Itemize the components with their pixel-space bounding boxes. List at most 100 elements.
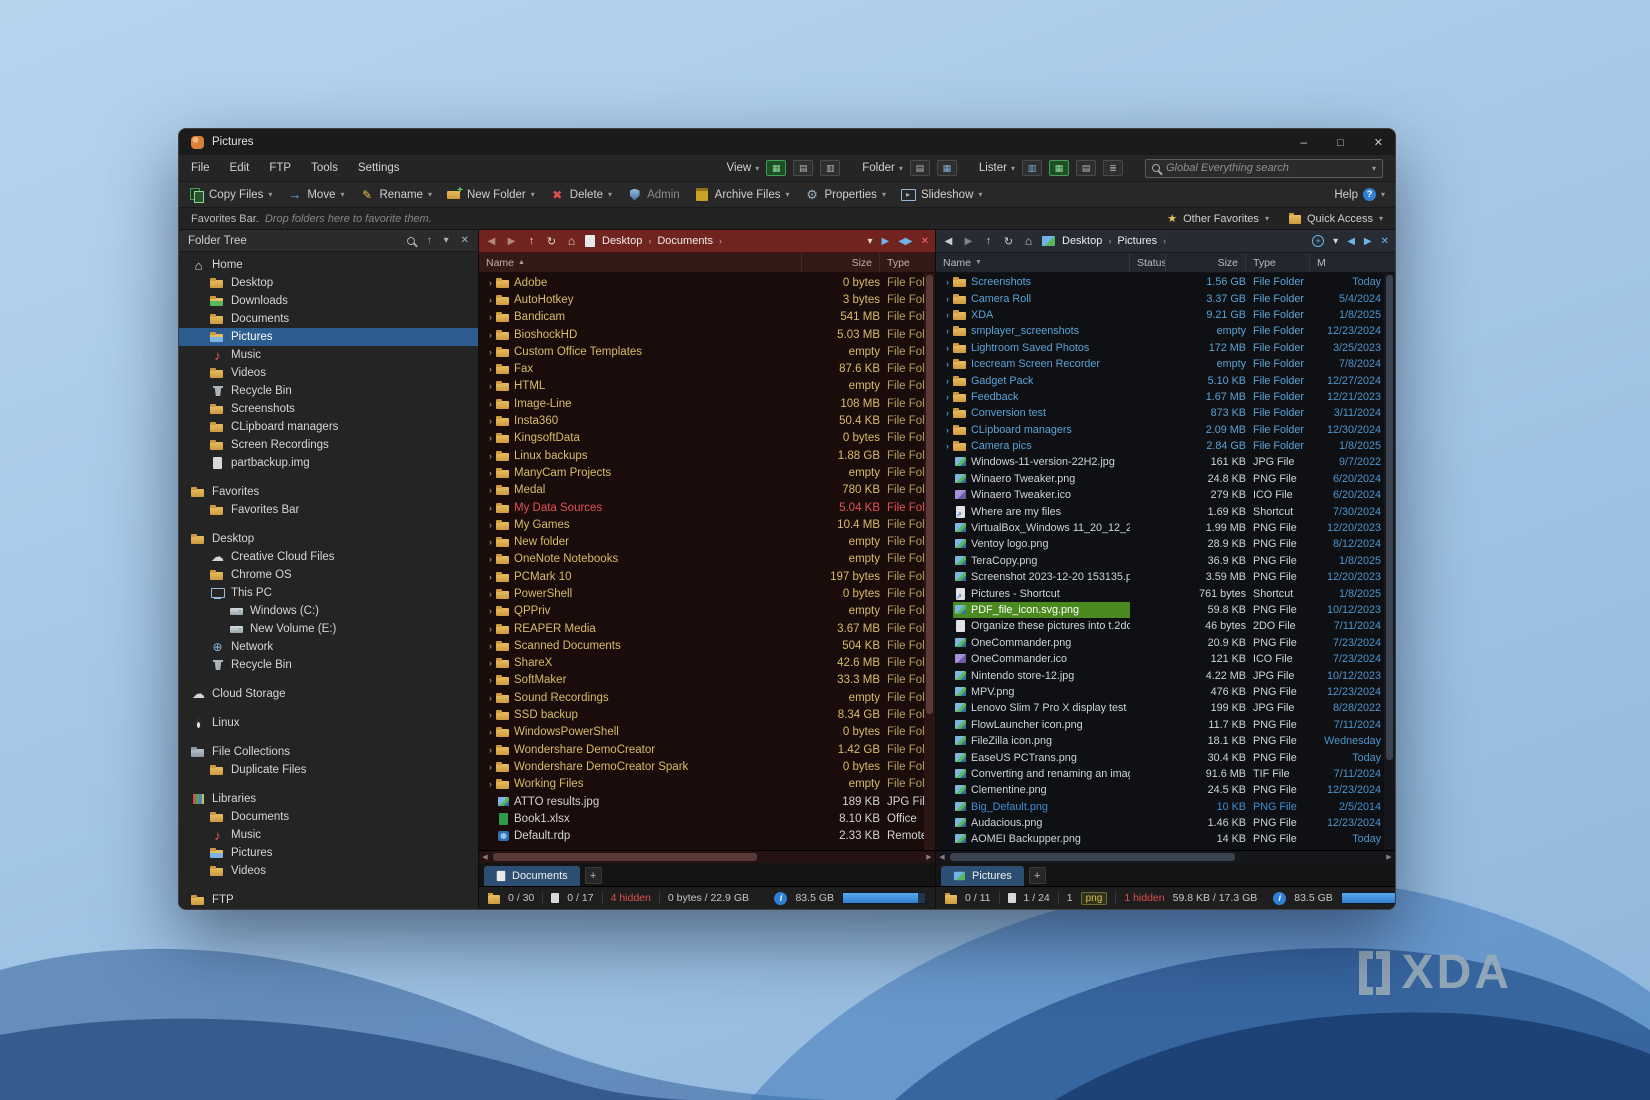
file-row[interactable]: Custom Office Templates empty File Folde… [479, 343, 924, 360]
file-row[interactable]: SSD backup 8.34 GB File Folder [479, 706, 924, 723]
expand-chevron-icon[interactable] [485, 451, 496, 461]
expand-chevron-icon[interactable] [485, 606, 496, 616]
menu-item[interactable]: Edit [230, 162, 250, 174]
file-row[interactable]: Camera Roll 3.37 GB File Folder 5/4/2024 [936, 290, 1384, 306]
file-row[interactable]: Conversion test 873 KB File Folder 3/11/… [936, 405, 1384, 421]
tree-menu-caret-icon[interactable] [444, 235, 449, 246]
expand-chevron-icon[interactable] [485, 347, 496, 357]
breadcrumb-segment[interactable]: Desktop [602, 235, 642, 247]
file-row[interactable]: Wondershare DemoCreator 1.42 GB File Fol… [479, 741, 924, 758]
menu-item[interactable]: FTP [269, 162, 291, 174]
file-row[interactable]: HTML empty File Folder [479, 378, 924, 395]
forward-icon[interactable] [505, 236, 518, 247]
new-tab-button[interactable]: + [1029, 867, 1046, 884]
file-row[interactable]: EaseUS PCTrans.png 30.4 KB PNG File Toda… [936, 749, 1384, 765]
quick-access-dropdown[interactable]: Quick Access▾ [1289, 213, 1383, 225]
file-row[interactable]: Nintendo store-12.jpg 4.22 MB JPG File 1… [936, 667, 1384, 683]
scroll-right-icon[interactable] [923, 851, 935, 863]
tree-item[interactable]: Screen Recordings [179, 436, 478, 454]
expand-chevron-icon[interactable] [485, 693, 496, 703]
expand-chevron-icon[interactable] [485, 364, 496, 374]
file-row[interactable]: OneCommander.ico 121 KB ICO File 7/23/20… [936, 651, 1384, 667]
expand-chevron-icon[interactable] [485, 468, 496, 478]
toolbar-button[interactable]: Rename ▾ [359, 187, 431, 202]
tree-item[interactable]: Music [179, 346, 478, 364]
folder-tree-button[interactable]: ▤ [910, 160, 930, 176]
search-input[interactable] [1166, 162, 1366, 174]
expand-chevron-icon[interactable] [485, 745, 496, 755]
lister-horizontal-button[interactable]: ▤ [1076, 160, 1096, 176]
toolbar-button[interactable]: Slideshow ▾ [901, 187, 982, 202]
expand-chevron-icon[interactable] [485, 520, 496, 530]
file-row[interactable]: QPPriv empty File Folder [479, 603, 924, 620]
file-row[interactable]: CLipboard managers 2.09 MB File Folder 1… [936, 422, 1384, 438]
tree-item[interactable]: Documents [179, 808, 478, 826]
tree-item[interactable]: Libraries [179, 790, 478, 808]
expand-chevron-icon[interactable] [485, 710, 496, 720]
expand-chevron-icon[interactable] [942, 343, 953, 353]
expand-chevron-icon[interactable] [942, 326, 953, 336]
file-row[interactable]: ManyCam Projects empty File Folder [479, 464, 924, 481]
column-header-name[interactable]: Name▲ [479, 253, 802, 272]
tree-item[interactable]: Videos [179, 862, 478, 880]
file-row[interactable]: Feedback 1.67 MB File Folder 12/21/2023 [936, 389, 1384, 405]
close-button[interactable] [1374, 135, 1383, 149]
tree-item[interactable]: Windows (C:) [179, 602, 478, 620]
file-row[interactable]: Screenshot 2023-12-20 153135.png 3.59 MB… [936, 569, 1384, 585]
expand-chevron-icon[interactable] [942, 376, 953, 386]
view-dropdown[interactable]: View▾ [727, 162, 760, 174]
breadcrumb-segment[interactable]: Documents [657, 235, 713, 247]
forward-icon[interactable] [962, 236, 975, 247]
tree-item[interactable]: Recycle Bin [179, 382, 478, 400]
file-row[interactable]: Screenshots 1.56 GB File Folder Today [936, 274, 1384, 290]
expand-chevron-icon[interactable] [485, 312, 496, 322]
home-icon[interactable] [1022, 234, 1035, 248]
scroll-right-icon[interactable] [1383, 851, 1395, 863]
file-row[interactable]: REAPER Media 3.67 MB File Folder [479, 620, 924, 637]
file-row[interactable]: Medal 780 KB File Folder [479, 482, 924, 499]
filter-chip[interactable]: png [1081, 892, 1108, 905]
tree-item[interactable]: Screenshots [179, 400, 478, 418]
tree-item[interactable]: Downloads [179, 292, 478, 310]
expand-chevron-icon[interactable] [942, 441, 953, 451]
expand-chevron-icon[interactable] [942, 392, 953, 402]
toolbar-button-caret-icon[interactable]: ▾ [786, 190, 790, 199]
file-row[interactable]: KingsoftData 0 bytes File Folder [479, 430, 924, 447]
pane-close-icon[interactable] [921, 236, 929, 247]
toolbar-button-caret-icon[interactable]: ▾ [268, 190, 272, 199]
file-row[interactable]: Default.rdp 2.33 KB Remote [479, 828, 924, 845]
file-row[interactable]: VirtualBox_Windows 11_20_12_2023_15_37_3… [936, 520, 1384, 536]
help-button[interactable]: Help [1334, 189, 1358, 201]
menu-item[interactable]: File [191, 162, 210, 174]
breadcrumb-segment[interactable]: Pictures [1117, 235, 1157, 247]
file-row[interactable]: SoftMaker 33.3 MB File Folder [479, 672, 924, 689]
path-dropdown-caret-icon[interactable] [1333, 236, 1338, 247]
expand-chevron-icon[interactable] [485, 503, 496, 513]
refresh-icon[interactable] [545, 235, 558, 248]
tree-collapse-icon[interactable] [427, 235, 432, 246]
file-row[interactable]: AutoHotkey 3 bytes File Folder [479, 291, 924, 308]
file-row[interactable]: PDF_file_icon.svg.png 59.8 KB PNG File 1… [936, 602, 1384, 618]
file-row[interactable]: Clementine.png 24.5 KB PNG File 12/23/20… [936, 782, 1384, 798]
expand-chevron-icon[interactable] [485, 485, 496, 495]
toolbar-button-caret-icon[interactable]: ▾ [531, 190, 535, 199]
lister-preview-button[interactable]: ≣ [1103, 160, 1123, 176]
expand-chevron-icon[interactable] [942, 359, 953, 369]
expand-chevron-icon[interactable] [485, 433, 496, 443]
help-caret-icon[interactable]: ▾ [1381, 190, 1385, 199]
column-header-status[interactable]: Status [1130, 253, 1166, 272]
file-row[interactable]: smplayer_screenshots empty File Folder 1… [936, 323, 1384, 339]
column-header-size[interactable]: Size [802, 253, 880, 272]
lister-dual-button[interactable]: ▦ [1049, 160, 1069, 176]
tree-item[interactable]: Desktop [179, 530, 478, 548]
tree-item[interactable]: Videos [179, 364, 478, 382]
file-row[interactable]: FlowLauncher icon.png 11.7 KB PNG File 7… [936, 717, 1384, 733]
tree-item[interactable]: Documents [179, 310, 478, 328]
toolbar-button[interactable]: New Folder ▾ [447, 187, 535, 202]
breadcrumb-segment[interactable]: Desktop [1062, 235, 1102, 247]
expand-chevron-icon[interactable] [485, 589, 496, 599]
tree-item[interactable]: Linux [179, 714, 478, 732]
file-row[interactable]: MPV.png 476 KB PNG File 12/23/2024 [936, 684, 1384, 700]
expand-chevron-icon[interactable] [485, 295, 496, 305]
file-row[interactable]: Camera pics 2.84 GB File Folder 1/8/2025 [936, 438, 1384, 454]
